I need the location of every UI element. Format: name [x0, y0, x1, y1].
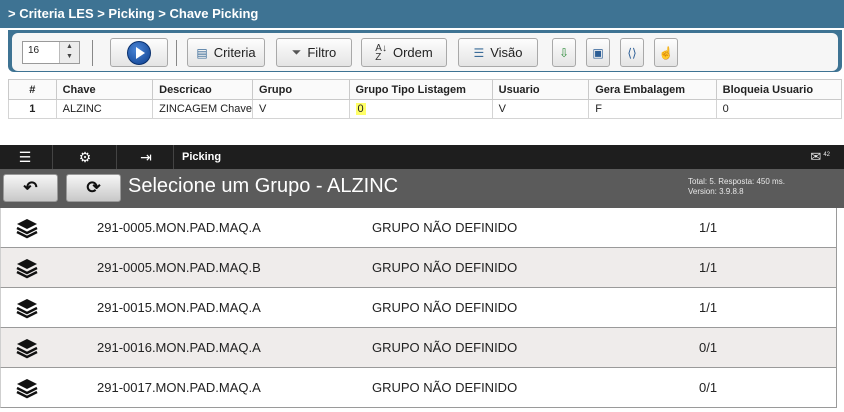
item-code: 291-0017.MON.PAD.MAQ.A — [97, 380, 261, 395]
item-code: 291-0016.MON.PAD.MAQ.A — [97, 340, 261, 355]
spinner-down-icon[interactable]: ▼ — [60, 52, 79, 62]
table-cell: F — [588, 99, 717, 119]
list-item[interactable]: 291-0005.MON.PAD.MAQ.A GRUPO NÃO DEFINID… — [0, 208, 837, 248]
group-header: ↶ ⟳ Selecione um Grupo - ALZINC Total: 5… — [0, 169, 844, 208]
login-icon[interactable]: ⇥ — [120, 145, 172, 169]
item-group: GRUPO NÃO DEFINIDO — [372, 260, 518, 275]
sort-az-icon: A↓ Z — [375, 42, 387, 63]
layers-icon — [16, 259, 38, 279]
table-row[interactable]: 1 ALZINC ZINCAGEM Chave V 0 V F 0 — [8, 99, 843, 119]
criteria-table: # Chave Descricao Grupo Grupo Tipo Lista… — [8, 79, 843, 119]
ordem-button[interactable]: A↓ Z Ordem — [361, 38, 447, 67]
hand-icon[interactable]: ☝ — [654, 38, 678, 67]
code-icon[interactable]: ⟨⟩ — [620, 38, 644, 67]
item-count: 1/1 — [699, 220, 718, 235]
stats-total: Total: 5. Resposta: 450 ms. — [688, 177, 785, 186]
table-cell: V — [491, 99, 590, 119]
table-cell: 0 — [715, 99, 843, 119]
item-group: GRUPO NÃO DEFINIDO — [372, 220, 518, 235]
breadcrumb: > Criteria LES > Picking > Chave Picking — [0, 0, 844, 28]
column-header[interactable]: Usuario — [491, 79, 590, 100]
layers-icon — [16, 299, 38, 319]
list-item[interactable]: 291-0016.MON.PAD.MAQ.A GRUPO NÃO DEFINID… — [0, 328, 837, 368]
column-header[interactable]: # — [8, 79, 57, 100]
column-header[interactable]: Grupo — [252, 79, 350, 100]
picking-panel: ☰ ⚙ ⇥ Picking ✉ 42 ↶ ⟳ Selecione um Grupo… — [0, 145, 844, 412]
page-size-value: 16 — [28, 45, 40, 56]
save-icon[interactable]: ▣ — [586, 38, 610, 67]
settings-gear-icon[interactable]: ⚙ — [56, 145, 114, 169]
item-group: GRUPO NÃO DEFINIDO — [372, 340, 518, 355]
mail-count: 42 — [823, 151, 830, 158]
column-header[interactable]: Descricao — [152, 79, 254, 100]
top-nav: ☰ ⚙ ⇥ Picking ✉ 42 — [0, 145, 844, 169]
layers-icon — [16, 339, 38, 359]
layers-icon — [16, 379, 38, 399]
export-icon[interactable]: ⇩ — [552, 38, 576, 67]
toolbar-separator — [92, 40, 93, 66]
response-stats: Total: 5. Resposta: 450 ms. Version: 3.9… — [688, 177, 785, 197]
layers-icon — [16, 219, 38, 239]
stats-version: Version: 3.9.8.8 — [688, 187, 744, 196]
item-code: 291-0005.MON.PAD.MAQ.B — [97, 260, 261, 275]
table-cell: 0 — [348, 99, 493, 119]
item-count: 1/1 — [699, 260, 718, 275]
toolbar-inner: 16 ▲ ▼ ▤ Criteria ⏷ Filtro A↓ Z Ordem ☰ … — [12, 33, 838, 71]
item-group: GRUPO NÃO DEFINIDO — [372, 380, 518, 395]
item-count: 0/1 — [699, 380, 718, 395]
table-header: # Chave Descricao Grupo Grupo Tipo Lista… — [8, 79, 843, 100]
list-item[interactable]: 291-0005.MON.PAD.MAQ.B GRUPO NÃO DEFINID… — [0, 248, 837, 288]
visao-button[interactable]: ☰ Visão — [458, 38, 538, 67]
table-cell: ALZINC — [55, 99, 154, 119]
back-icon[interactable]: ↶ — [3, 174, 58, 202]
play-icon — [127, 40, 151, 65]
nav-separator — [116, 145, 117, 169]
criteria-panel: > Criteria LES > Picking > Chave Picking… — [0, 0, 844, 122]
nav-separator — [173, 145, 174, 169]
filtro-button[interactable]: ⏷ Filtro — [276, 38, 352, 67]
menu-icon[interactable]: ☰ — [0, 145, 50, 169]
spinner-up-icon[interactable]: ▲ — [60, 42, 79, 52]
envelope-icon: ✉ — [810, 149, 822, 164]
refresh-icon[interactable]: ⟳ — [66, 174, 121, 202]
toolbar-separator — [176, 40, 177, 66]
highlighted-value: 0 — [355, 103, 366, 115]
criteria-icon: ▤ — [196, 45, 208, 60]
view-icon: ☰ — [473, 45, 485, 60]
column-header[interactable]: Bloqueia Usuario — [715, 79, 843, 100]
toolbar: 16 ▲ ▼ ▤ Criteria ⏷ Filtro A↓ Z Ordem ☰ … — [8, 30, 842, 72]
table-cell: ZINCAGEM Chave — [152, 99, 254, 119]
funnel-icon: ⏷ — [291, 45, 302, 59]
column-header[interactable]: Grupo Tipo Listagem — [348, 79, 493, 100]
page-title: Selecione um Grupo - ALZINC — [128, 175, 399, 197]
nav-separator — [52, 145, 53, 169]
list-item[interactable]: 291-0015.MON.PAD.MAQ.A GRUPO NÃO DEFINID… — [0, 288, 837, 328]
nav-title: Picking — [182, 151, 222, 163]
table-cell: V — [252, 99, 350, 119]
page-size-spinner[interactable]: 16 ▲ ▼ — [22, 41, 80, 64]
mail-button[interactable]: ✉ 42 — [810, 149, 830, 165]
item-code: 291-0015.MON.PAD.MAQ.A — [97, 300, 261, 315]
list-item[interactable]: 291-0017.MON.PAD.MAQ.A GRUPO NÃO DEFINID… — [0, 368, 837, 408]
column-header[interactable]: Gera Embalagem — [588, 79, 717, 100]
table-cell: 1 — [8, 99, 57, 119]
item-count: 1/1 — [699, 300, 718, 315]
criteria-button[interactable]: ▤ Criteria — [187, 38, 265, 67]
spinner-arrows[interactable]: ▲ ▼ — [59, 42, 79, 63]
column-header[interactable]: Chave — [55, 79, 154, 100]
item-group: GRUPO NÃO DEFINIDO — [372, 300, 518, 315]
run-button[interactable] — [110, 38, 168, 67]
group-list: 291-0005.MON.PAD.MAQ.A GRUPO NÃO DEFINID… — [0, 208, 837, 408]
item-count: 0/1 — [699, 340, 718, 355]
item-code: 291-0005.MON.PAD.MAQ.A — [97, 220, 261, 235]
